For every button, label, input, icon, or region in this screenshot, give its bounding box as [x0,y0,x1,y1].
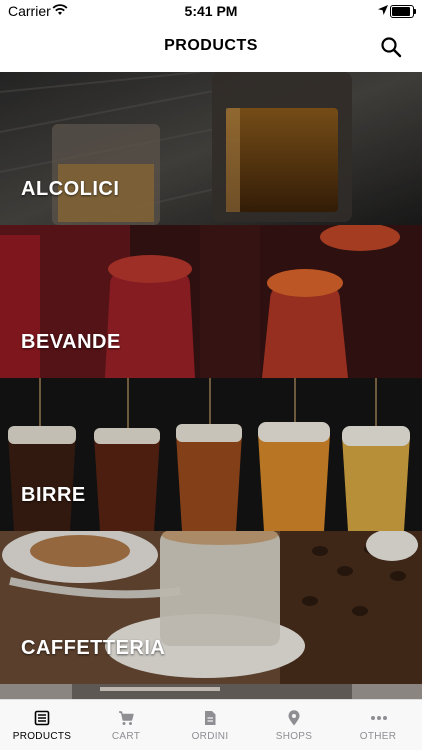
category-card-birre[interactable]: BIRRE [0,378,422,531]
tab-label: SHOPS [275,731,313,742]
products-icon [34,710,50,726]
navigation-bar: PRODUCTS [0,22,422,73]
tab-label: CART [111,731,141,742]
category-image-caffetteria [0,531,422,684]
tab-cart[interactable]: CART [84,700,168,750]
search-icon[interactable] [380,36,402,58]
category-image-next [0,684,422,700]
category-list: ALCOLICI BEVANDE BIRRE CAFFETTERIA [0,72,422,700]
category-label: CAFFETTERIA [21,637,166,659]
tab-label: PRODUCTS [12,731,72,742]
category-card-bevande[interactable]: BEVANDE [0,225,422,378]
location-pin-icon [288,710,300,726]
more-icon [371,716,387,720]
tab-products[interactable]: PRODUCTS [0,700,84,750]
tab-shops[interactable]: SHOPS [252,700,336,750]
category-label: BIRRE [21,484,86,506]
status-bar: Carrier 5:41 PM [0,0,422,22]
clock: 5:41 PM [184,3,238,19]
battery-icon [390,5,416,18]
page-title: PRODUCTS [164,37,258,54]
document-icon [205,711,216,725]
category-label: BEVANDE [21,331,121,353]
tab-other[interactable]: OTHER [336,700,420,750]
category-card-caffetteria[interactable]: CAFFETTERIA [0,531,422,684]
category-card-next[interactable] [0,684,422,700]
category-image-bevande [0,225,422,378]
tab-label: OTHER [359,731,397,742]
category-image-alcolici [0,72,422,225]
tab-label: ORDINI [191,731,229,742]
category-label: ALCOLICI [21,178,120,200]
location-arrow-icon [378,5,388,15]
category-card-alcolici[interactable]: ALCOLICI [0,72,422,225]
cart-icon [119,711,134,725]
tab-ordini[interactable]: ORDINI [168,700,252,750]
tab-bar: PRODUCTS CART ORDINI SHOPS OTHER [0,699,422,750]
category-image-birre [0,378,422,531]
